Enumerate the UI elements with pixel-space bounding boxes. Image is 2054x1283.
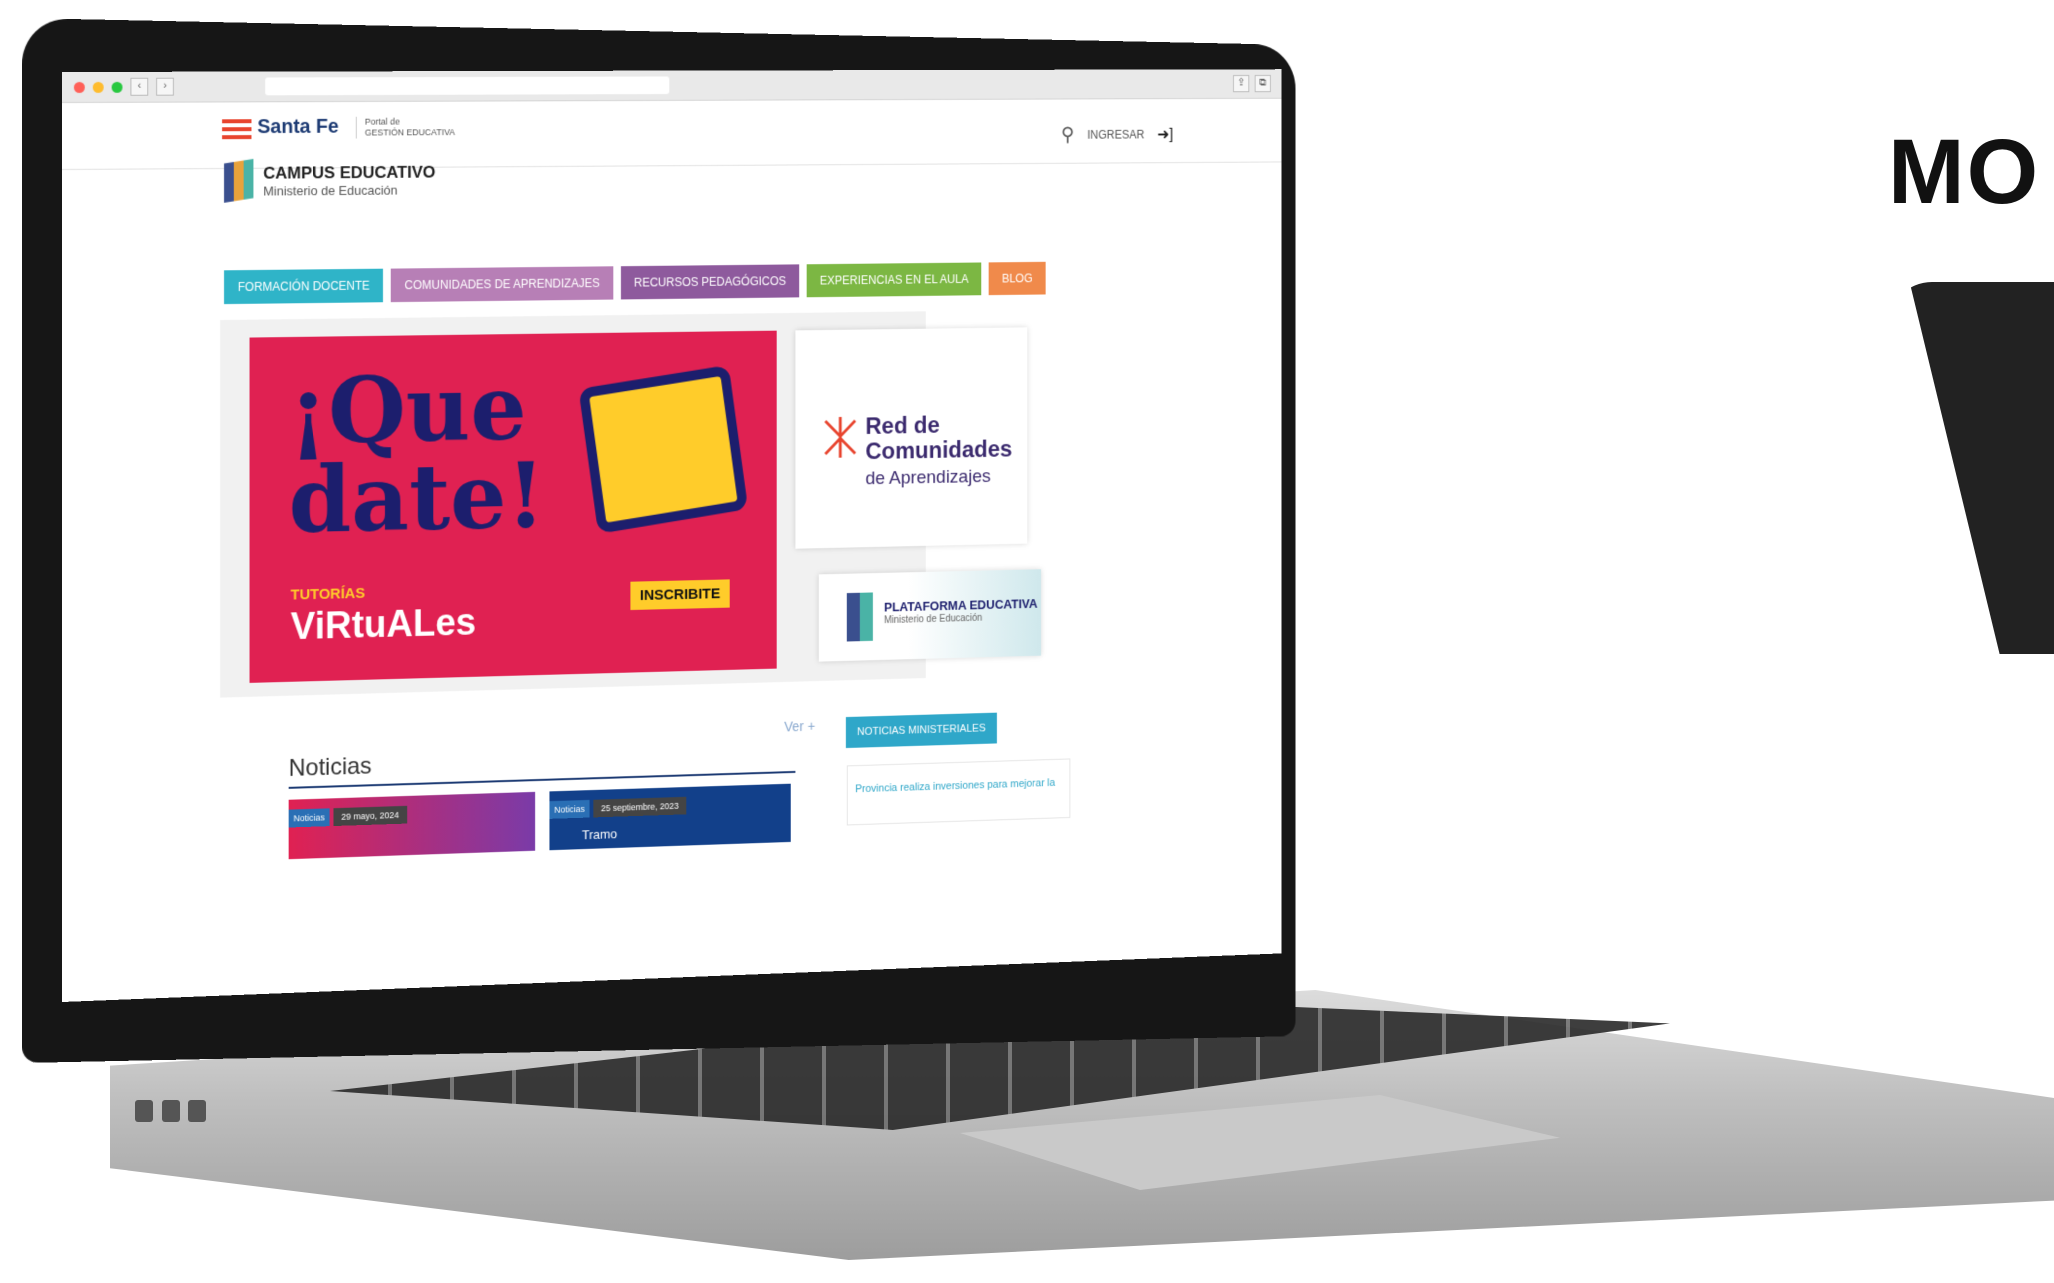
news-card[interactable]: Noticias 29 mayo, 2024 <box>288 791 536 860</box>
portal-line-1: Portal de <box>364 116 400 127</box>
main-nav: FORMACIÓN DOCENTE COMUNIDADES DE APRENDI… <box>224 261 1046 305</box>
santa-fe-flag-icon <box>222 116 252 139</box>
ministerial-news-tab[interactable]: NOTICIAS MINISTERIALES <box>845 712 997 749</box>
portal-label: Portal de GESTIÓN EDUCATIVA <box>356 115 456 139</box>
news-date: 29 mayo, 2024 <box>333 805 407 827</box>
ministerial-news-box: Provincia realiza inversiones para mejor… <box>846 758 1071 826</box>
side-decorative-shape <box>1909 282 2054 654</box>
santa-fe-logo[interactable]: Santa Fe Portal de GESTIÓN EDUCATIVA <box>222 115 456 139</box>
maximize-dot-icon[interactable] <box>111 81 123 93</box>
hero-banner[interactable]: ¡Que date! TUTORÍAS ViRtuALes INSCRIBITE <box>249 330 777 683</box>
hero-headline-line-2: date! <box>288 442 546 555</box>
address-bar[interactable] <box>265 76 670 96</box>
hero-subtitle: ViRtuALes <box>290 602 477 649</box>
nav-comunidades[interactable]: COMUNIDADES DE APRENDIZAJES <box>391 266 614 303</box>
portal-line-2: GESTIÓN EDUCATIVA <box>364 126 456 137</box>
login-link[interactable]: INGRESAR <box>1087 127 1144 141</box>
nav-blog[interactable]: BLOG <box>988 261 1046 296</box>
laptop-screen: ‹ › ⇪ ⧉ Santa Fe Portal de GESTIÓN EDUCA… <box>62 69 1282 1002</box>
laptop-character-icon <box>578 364 749 534</box>
browser-chrome: ‹ › ⇪ ⧉ <box>62 69 1282 103</box>
hero-headline: ¡Que date! <box>289 355 545 555</box>
hero-kicker: TUTORÍAS <box>290 584 365 604</box>
news-tag[interactable]: Noticias <box>288 808 330 828</box>
news-more-link[interactable]: Ver + <box>784 718 815 734</box>
side-title: MO <box>1888 121 2041 223</box>
news-tag[interactable]: Noticias <box>549 799 590 819</box>
campus-mark-icon <box>224 159 253 203</box>
close-dot-icon[interactable] <box>73 81 85 93</box>
share-icon[interactable]: ⇪ <box>1233 75 1250 93</box>
news-headline: Tramo <box>581 826 618 843</box>
news-date: 25 septiembre, 2023 <box>593 796 687 818</box>
plataforma-educativa-card[interactable]: PLATAFORMA EDUCATIVA Ministerio de Educa… <box>818 569 1042 662</box>
back-button[interactable]: ‹ <box>130 77 149 96</box>
search-icon[interactable]: ⚲ <box>1061 122 1074 146</box>
red-comunidades-card[interactable]: Red de Comunidades de Aprendizajes <box>795 327 1028 549</box>
laptop-port <box>188 1100 206 1122</box>
plataforma-sub: Ministerio de Educación <box>884 612 983 627</box>
nav-experiencias[interactable]: EXPERIENCIAS EN EL AULA <box>806 262 982 298</box>
news-section-title: Noticias <box>288 752 372 782</box>
forward-button[interactable]: › <box>156 77 174 96</box>
news-card[interactable]: Noticias 25 septiembre, 2023 Tramo <box>549 783 791 851</box>
plataforma-name: PLATAFORMA EDUCATIVA <box>884 596 1038 615</box>
red-comunidades-text: Red de Comunidades de Aprendizajes <box>865 412 1012 492</box>
campus-ministry: Ministerio de Educación <box>263 182 398 199</box>
laptop-port <box>135 1100 153 1122</box>
ministerial-news-link[interactable]: Provincia realiza inversiones para mejor… <box>855 777 1055 795</box>
minimize-dot-icon[interactable] <box>92 81 104 93</box>
red-line-1: Red de <box>865 412 940 440</box>
plataforma-logo-icon <box>846 592 873 642</box>
campus-logo[interactable]: CAMPUS EDUCATIVO Ministerio de Educación <box>224 158 435 203</box>
login-icon[interactable]: ➜] <box>1157 124 1173 143</box>
laptop-port <box>162 1100 180 1122</box>
tabs-icon[interactable]: ⧉ <box>1254 74 1271 93</box>
red-comunidades-logo-icon <box>822 415 859 460</box>
inscribite-button[interactable]: INSCRIBITE <box>630 579 730 611</box>
red-line-2: Comunidades <box>865 436 1013 465</box>
red-line-3: de Aprendizajes <box>865 466 991 490</box>
brand-name: Santa Fe <box>257 115 339 139</box>
nav-formacion-docente[interactable]: FORMACIÓN DOCENTE <box>224 268 384 305</box>
campus-name: CAMPUS EDUCATIVO <box>263 162 436 183</box>
nav-recursos[interactable]: RECURSOS PEDAGÓGICOS <box>620 264 800 300</box>
